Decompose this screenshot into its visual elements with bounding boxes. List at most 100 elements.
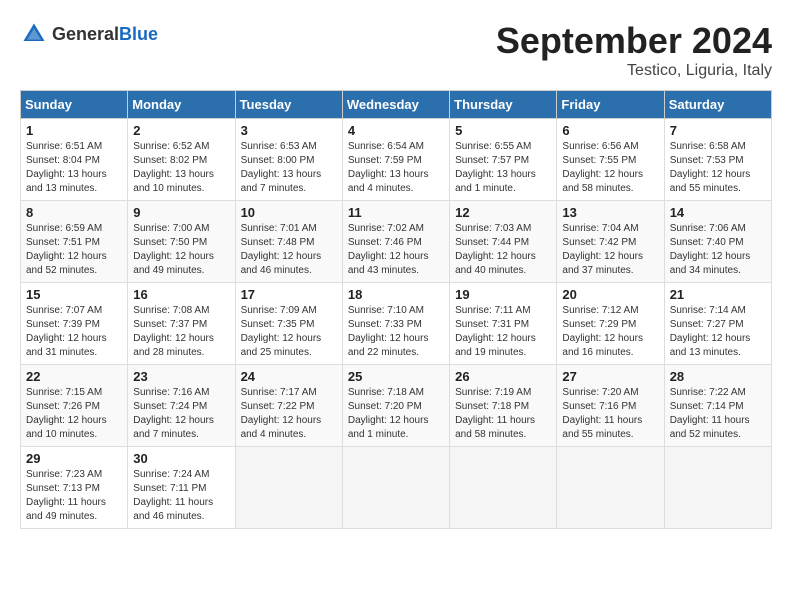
calendar-cell: 18 Sunrise: 7:10 AM Sunset: 7:33 PM Dayli… [342, 283, 449, 365]
calendar-header-row: SundayMondayTuesdayWednesdayThursdayFrid… [21, 91, 772, 119]
calendar-cell [557, 447, 664, 529]
calendar-cell: 3 Sunrise: 6:53 AM Sunset: 8:00 PM Daylig… [235, 119, 342, 201]
day-number: 4 [348, 123, 444, 138]
calendar-cell: 1Sunrise: 6:51 AM Sunset: 8:04 PM Daylig… [21, 119, 128, 201]
day-number: 23 [133, 369, 229, 384]
calendar-cell [235, 447, 342, 529]
calendar-cell: 13Sunrise: 7:04 AM Sunset: 7:42 PM Dayli… [557, 201, 664, 283]
calendar-cell: 24 Sunrise: 7:17 AM Sunset: 7:22 PM Dayli… [235, 365, 342, 447]
day-number: 25 [348, 369, 444, 384]
day-info: Sunrise: 6:55 AM Sunset: 7:57 PM Dayligh… [455, 140, 551, 196]
weekday-header-sunday: Sunday [21, 91, 128, 119]
calendar-cell: 26 Sunrise: 7:19 AM Sunset: 7:18 PM Dayli… [450, 365, 557, 447]
day-info: Sunrise: 7:19 AM Sunset: 7:18 PM Dayligh… [455, 386, 551, 442]
day-info: Sunrise: 7:03 AM Sunset: 7:44 PM Dayligh… [455, 222, 551, 278]
calendar-week-row: 1Sunrise: 6:51 AM Sunset: 8:04 PM Daylig… [21, 119, 772, 201]
day-number: 28 [670, 369, 766, 384]
day-number: 27 [562, 369, 658, 384]
day-info: Sunrise: 7:14 AM Sunset: 7:27 PM Dayligh… [670, 304, 766, 360]
day-info: Sunrise: 6:53 AM Sunset: 8:00 PM Dayligh… [241, 140, 337, 196]
day-info: Sunrise: 6:59 AM Sunset: 7:51 PM Dayligh… [26, 222, 122, 278]
day-info: Sunrise: 7:01 AM Sunset: 7:48 PM Dayligh… [241, 222, 337, 278]
calendar-cell: 9Sunrise: 7:00 AM Sunset: 7:50 PM Daylig… [128, 201, 235, 283]
calendar-week-row: 29 Sunrise: 7:23 AM Sunset: 7:13 PM Dayli… [21, 447, 772, 529]
calendar-cell: 5 Sunrise: 6:55 AM Sunset: 7:57 PM Daylig… [450, 119, 557, 201]
day-info: Sunrise: 7:06 AM Sunset: 7:40 PM Dayligh… [670, 222, 766, 278]
calendar-cell [664, 447, 771, 529]
month-title: September 2024 [496, 20, 772, 62]
calendar-cell: 30 Sunrise: 7:24 AM Sunset: 7:11 PM Dayli… [128, 447, 235, 529]
day-info: Sunrise: 7:02 AM Sunset: 7:46 PM Dayligh… [348, 222, 444, 278]
calendar-week-row: 8Sunrise: 6:59 AM Sunset: 7:51 PM Daylig… [21, 201, 772, 283]
calendar-cell: 11 Sunrise: 7:02 AM Sunset: 7:46 PM Dayli… [342, 201, 449, 283]
day-number: 10 [241, 205, 337, 220]
calendar-table: SundayMondayTuesdayWednesdayThursdayFrid… [20, 90, 772, 529]
calendar-cell: 20 Sunrise: 7:12 AM Sunset: 7:29 PM Dayli… [557, 283, 664, 365]
day-info: Sunrise: 7:17 AM Sunset: 7:22 PM Dayligh… [241, 386, 337, 442]
calendar-cell: 17Sunrise: 7:09 AM Sunset: 7:35 PM Dayli… [235, 283, 342, 365]
calendar-cell: 8Sunrise: 6:59 AM Sunset: 7:51 PM Daylig… [21, 201, 128, 283]
day-number: 21 [670, 287, 766, 302]
calendar-cell [342, 447, 449, 529]
day-number: 5 [455, 123, 551, 138]
weekday-header-friday: Friday [557, 91, 664, 119]
day-info: Sunrise: 7:09 AM Sunset: 7:35 PM Dayligh… [241, 304, 337, 360]
day-info: Sunrise: 7:10 AM Sunset: 7:33 PM Dayligh… [348, 304, 444, 360]
day-number: 13 [562, 205, 658, 220]
weekday-header-monday: Monday [128, 91, 235, 119]
calendar-cell: 15 Sunrise: 7:07 AM Sunset: 7:39 PM Dayli… [21, 283, 128, 365]
calendar-cell: 7 Sunrise: 6:58 AM Sunset: 7:53 PM Daylig… [664, 119, 771, 201]
weekday-header-thursday: Thursday [450, 91, 557, 119]
calendar-cell: 12 Sunrise: 7:03 AM Sunset: 7:44 PM Dayli… [450, 201, 557, 283]
day-number: 15 [26, 287, 122, 302]
day-number: 2 [133, 123, 229, 138]
calendar-cell: 23 Sunrise: 7:16 AM Sunset: 7:24 PM Dayli… [128, 365, 235, 447]
calendar-cell: 6 Sunrise: 6:56 AM Sunset: 7:55 PM Daylig… [557, 119, 664, 201]
weekday-header-tuesday: Tuesday [235, 91, 342, 119]
calendar-cell: 29 Sunrise: 7:23 AM Sunset: 7:13 PM Dayli… [21, 447, 128, 529]
day-number: 26 [455, 369, 551, 384]
day-info: Sunrise: 6:56 AM Sunset: 7:55 PM Dayligh… [562, 140, 658, 196]
calendar-week-row: 15 Sunrise: 7:07 AM Sunset: 7:39 PM Dayli… [21, 283, 772, 365]
day-number: 6 [562, 123, 658, 138]
calendar-cell: 19 Sunrise: 7:11 AM Sunset: 7:31 PM Dayli… [450, 283, 557, 365]
logo-icon [20, 20, 48, 48]
day-number: 24 [241, 369, 337, 384]
calendar-cell: 2 Sunrise: 6:52 AM Sunset: 8:02 PM Daylig… [128, 119, 235, 201]
day-number: 29 [26, 451, 122, 466]
day-number: 19 [455, 287, 551, 302]
day-number: 22 [26, 369, 122, 384]
day-info: Sunrise: 7:23 AM Sunset: 7:13 PM Dayligh… [26, 468, 122, 524]
day-number: 9 [133, 205, 229, 220]
day-number: 18 [348, 287, 444, 302]
day-number: 7 [670, 123, 766, 138]
day-info: Sunrise: 7:24 AM Sunset: 7:11 PM Dayligh… [133, 468, 229, 524]
day-info: Sunrise: 7:15 AM Sunset: 7:26 PM Dayligh… [26, 386, 122, 442]
calendar-cell: 14Sunrise: 7:06 AM Sunset: 7:40 PM Dayli… [664, 201, 771, 283]
day-info: Sunrise: 7:08 AM Sunset: 7:37 PM Dayligh… [133, 304, 229, 360]
logo-text-general: General [52, 24, 119, 44]
day-number: 12 [455, 205, 551, 220]
day-number: 30 [133, 451, 229, 466]
title-block: September 2024 Testico, Liguria, Italy [496, 20, 772, 80]
calendar-cell: 16 Sunrise: 7:08 AM Sunset: 7:37 PM Dayli… [128, 283, 235, 365]
day-info: Sunrise: 6:52 AM Sunset: 8:02 PM Dayligh… [133, 140, 229, 196]
day-info: Sunrise: 6:54 AM Sunset: 7:59 PM Dayligh… [348, 140, 444, 196]
weekday-header-wednesday: Wednesday [342, 91, 449, 119]
calendar-week-row: 22 Sunrise: 7:15 AM Sunset: 7:26 PM Dayli… [21, 365, 772, 447]
calendar-cell: 21 Sunrise: 7:14 AM Sunset: 7:27 PM Dayli… [664, 283, 771, 365]
day-info: Sunrise: 7:07 AM Sunset: 7:39 PM Dayligh… [26, 304, 122, 360]
day-info: Sunrise: 7:12 AM Sunset: 7:29 PM Dayligh… [562, 304, 658, 360]
day-number: 1 [26, 123, 122, 138]
day-number: 16 [133, 287, 229, 302]
day-info: Sunrise: 6:58 AM Sunset: 7:53 PM Dayligh… [670, 140, 766, 196]
day-info: Sunrise: 7:18 AM Sunset: 7:20 PM Dayligh… [348, 386, 444, 442]
day-info: Sunrise: 7:11 AM Sunset: 7:31 PM Dayligh… [455, 304, 551, 360]
day-number: 3 [241, 123, 337, 138]
day-number: 20 [562, 287, 658, 302]
calendar-cell: 25 Sunrise: 7:18 AM Sunset: 7:20 PM Dayli… [342, 365, 449, 447]
day-info: Sunrise: 7:16 AM Sunset: 7:24 PM Dayligh… [133, 386, 229, 442]
day-number: 11 [348, 205, 444, 220]
weekday-header-saturday: Saturday [664, 91, 771, 119]
calendar-cell: 28Sunrise: 7:22 AM Sunset: 7:14 PM Dayli… [664, 365, 771, 447]
